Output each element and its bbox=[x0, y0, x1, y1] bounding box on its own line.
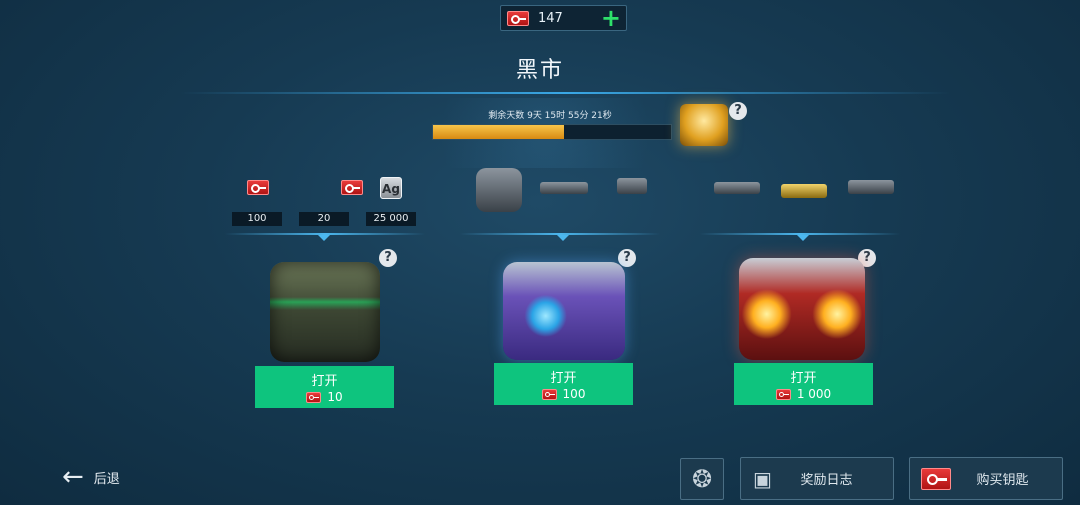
plus-icon[interactable]: + bbox=[601, 5, 621, 31]
pointer-icon bbox=[557, 235, 569, 241]
purple-chest bbox=[503, 262, 625, 360]
gold-chest-icon[interactable] bbox=[680, 104, 728, 146]
weapon-icon bbox=[617, 178, 647, 194]
pointer-icon bbox=[318, 235, 330, 241]
timer-progress-bar bbox=[432, 124, 672, 140]
timer-progress-fill bbox=[433, 125, 564, 139]
title-divider bbox=[180, 92, 950, 94]
cost-value: 10 bbox=[327, 390, 343, 404]
weapon-icon bbox=[781, 184, 827, 198]
open-purple-chest-button[interactable]: 打开 100 bbox=[494, 363, 633, 405]
chest-cost: 10 bbox=[255, 390, 394, 404]
reward-value: 20 bbox=[299, 212, 349, 226]
key-count: 147 bbox=[538, 10, 563, 26]
back-button[interactable]: ← 后退 bbox=[62, 462, 120, 492]
back-label: 后退 bbox=[93, 471, 120, 487]
key-icon bbox=[306, 391, 322, 403]
page-title: 黑市 bbox=[515, 58, 564, 83]
open-label: 打开 bbox=[790, 371, 817, 386]
reward-value: 25 000 bbox=[366, 212, 416, 226]
robot-icon bbox=[476, 168, 522, 212]
key-icon bbox=[247, 180, 269, 195]
pointer-icon bbox=[797, 235, 809, 241]
silver-icon: Ag bbox=[380, 177, 402, 199]
reward-log-button[interactable]: ▣ 奖励日志 bbox=[740, 457, 894, 500]
weapon-icon bbox=[540, 182, 588, 194]
gift-icon: ▣ bbox=[753, 466, 772, 491]
reward-value: 100 bbox=[232, 212, 282, 226]
red-chest bbox=[739, 258, 865, 360]
key-icon bbox=[541, 388, 557, 400]
cost-value: 1 000 bbox=[796, 387, 832, 401]
open-label: 打开 bbox=[311, 374, 338, 389]
buy-keys-button[interactable]: 购买钥匙 bbox=[909, 457, 1063, 500]
help-icon[interactable]: ? bbox=[379, 249, 397, 267]
chest-cost: 1 000 bbox=[734, 387, 873, 401]
chest-cost: 100 bbox=[494, 387, 633, 401]
arrow-left-icon: ← bbox=[62, 462, 84, 492]
help-icon[interactable]: ? bbox=[729, 102, 747, 120]
weapon-icon bbox=[848, 180, 894, 194]
key-counter: 147 + bbox=[500, 5, 627, 31]
puzzle-icon: ❂ bbox=[691, 465, 713, 493]
key-icon bbox=[921, 467, 951, 490]
open-green-chest-button[interactable]: 打开 10 bbox=[255, 366, 394, 408]
key-icon bbox=[775, 388, 791, 400]
open-red-chest-button[interactable]: 打开 1 000 bbox=[734, 363, 873, 405]
cost-value: 100 bbox=[562, 387, 586, 401]
key-icon bbox=[507, 10, 529, 26]
weapon-icon bbox=[714, 182, 760, 194]
help-icon[interactable]: ? bbox=[618, 249, 636, 267]
timer-label: 剩余天数 9天 15时 55分 21秒 bbox=[488, 111, 612, 121]
puzzle-button[interactable]: ❂ bbox=[680, 458, 724, 500]
open-label: 打开 bbox=[550, 371, 577, 386]
reward-log-label: 奖励日志 bbox=[800, 473, 853, 488]
key-icon bbox=[341, 180, 364, 195]
green-chest bbox=[270, 262, 380, 362]
buy-keys-label: 购买钥匙 bbox=[976, 473, 1029, 488]
